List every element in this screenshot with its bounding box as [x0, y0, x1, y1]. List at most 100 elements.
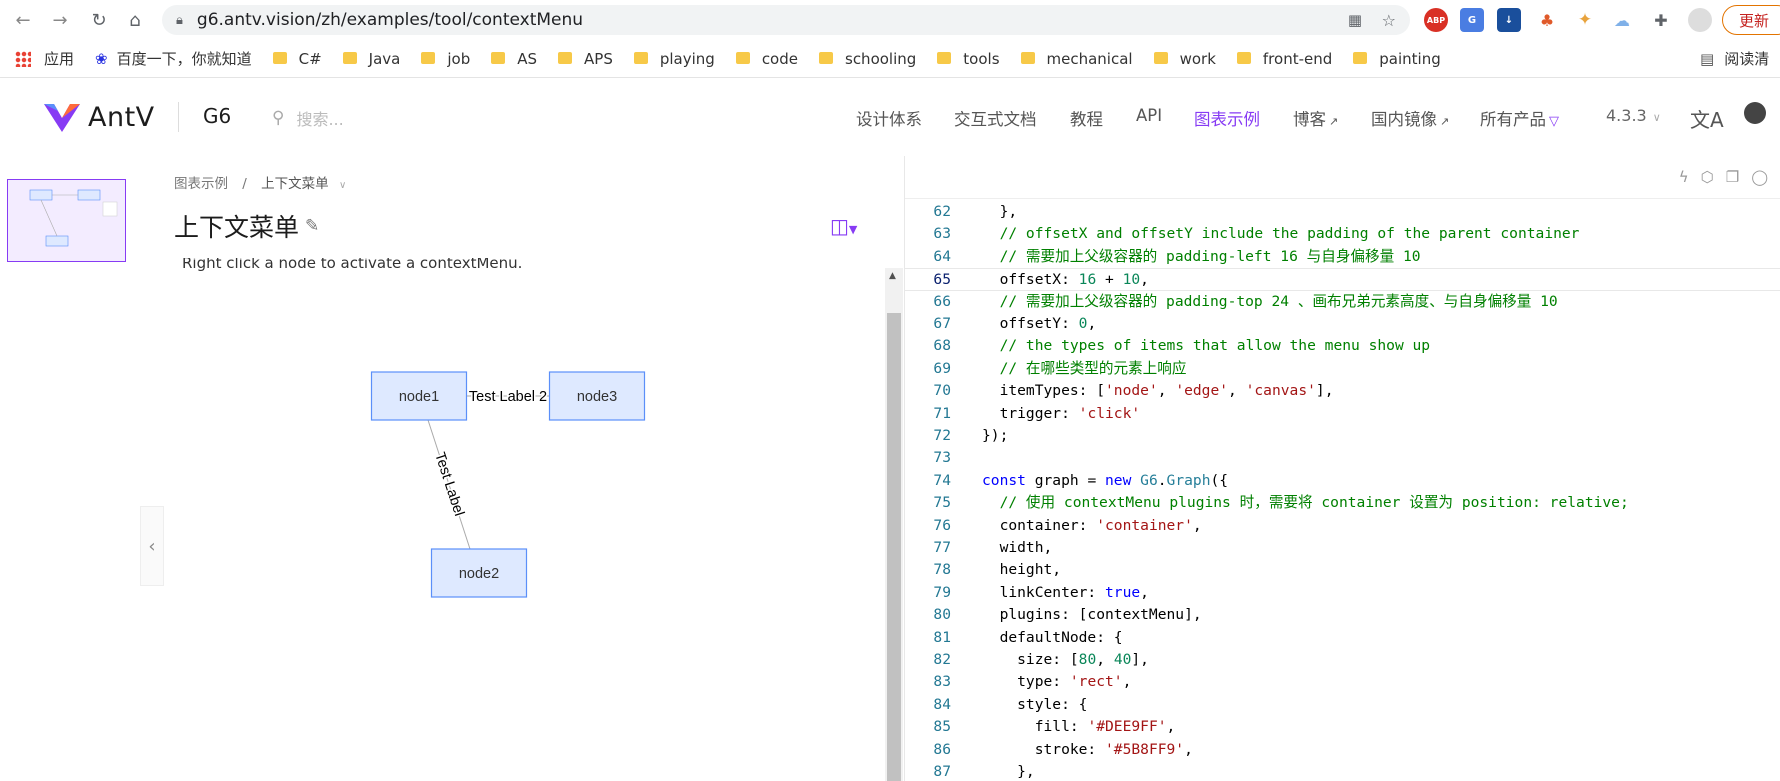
code-line[interactable]: 74 const graph = new G6.Graph({ — [905, 470, 1780, 492]
code-line[interactable]: 80 plugins: [contextMenu], — [905, 604, 1780, 626]
graph-node[interactable] — [548, 371, 646, 421]
graph-node[interactable] — [370, 371, 468, 421]
home-icon[interactable]: ⌂ — [122, 7, 148, 33]
code-line[interactable]: 83 type: 'rect', — [905, 671, 1780, 693]
bookmark-folder[interactable]: C# — [272, 50, 322, 68]
nav-interactive-docs[interactable]: 交互式文档 — [954, 106, 1037, 130]
folder-icon — [1153, 51, 1168, 64]
bookmark-folder[interactable]: tools — [937, 50, 1000, 68]
bookmark-folder[interactable]: AS — [491, 50, 537, 68]
back-icon[interactable]: ← — [10, 7, 36, 33]
code-line[interactable]: 73 — [905, 447, 1780, 469]
pinwheel-extension-icon[interactable]: ✦ — [1573, 8, 1597, 32]
code-line[interactable]: 63 // offsetX and offsetY include the pa… — [905, 223, 1780, 245]
code-text: linkCenter: true, — [982, 582, 1149, 604]
reload-icon[interactable]: ↻ — [86, 7, 112, 33]
scroll-up-icon[interactable]: ▲ — [889, 271, 896, 281]
forward-icon[interactable]: → — [47, 7, 73, 33]
url-text[interactable]: g6.antv.vision/zh/examples/tool/contextM… — [197, 10, 583, 30]
bookmark-folder[interactable]: playing — [633, 50, 715, 68]
code-line[interactable]: 86 stroke: '#5B8FF9', — [905, 739, 1780, 761]
language-switch-icon[interactable]: 文A — [1690, 104, 1724, 133]
line-number: 68 — [933, 337, 951, 355]
code-line[interactable]: 62 }, — [905, 201, 1780, 223]
address-bar[interactable]: 🔒︎ g6.antv.vision/zh/examples/tool/conte… — [162, 5, 1410, 35]
code-line[interactable]: 77 width, — [905, 537, 1780, 559]
nav-blog[interactable]: 博客 ↗ — [1293, 106, 1338, 130]
bookmark-folder[interactable]: work — [1153, 50, 1216, 68]
cloud-extension-icon[interactable]: ☁ — [1610, 8, 1634, 32]
bookmark-folder[interactable]: front-end — [1236, 50, 1332, 68]
line-number: 70 — [933, 382, 951, 400]
code-line[interactable]: 81 defaultNode: { — [905, 627, 1780, 649]
codesandbox-icon[interactable]: ⬡ — [1701, 168, 1726, 186]
layout-toggle-icon[interactable]: ◫▼ — [830, 214, 857, 238]
code-line[interactable]: 65 offsetX: 16 + 10, — [905, 268, 1780, 291]
run-icon[interactable]: ϟ — [1679, 168, 1701, 186]
breadcrumb-root[interactable]: 图表示例 — [174, 176, 228, 192]
profile-avatar[interactable] — [1688, 8, 1712, 32]
bookmark-folder[interactable]: code — [735, 50, 798, 68]
product-name[interactable]: G6 — [203, 104, 231, 128]
bookmark-folder[interactable]: painting — [1353, 50, 1441, 68]
code-line[interactable]: 72}); — [905, 425, 1780, 447]
code-line[interactable]: 85 fill: '#DEE9FF', — [905, 716, 1780, 738]
scrollbar-thumb[interactable] — [887, 313, 901, 781]
code-text: // 在哪些类型的元素上响应 — [982, 358, 1187, 380]
code-line[interactable]: 71 trigger: 'click' — [905, 403, 1780, 425]
code-line[interactable]: 69 // 在哪些类型的元素上响应 — [905, 358, 1780, 380]
folder-icon — [1236, 51, 1251, 64]
code-line[interactable]: 87 }, — [905, 761, 1780, 781]
code-line[interactable]: 68 // the types of items that allow the … — [905, 335, 1780, 357]
antv-logo[interactable]: AntV — [42, 100, 155, 134]
bookmark-baidu[interactable]: ❀ 百度一下，你就知道 — [95, 48, 252, 69]
code-line[interactable]: 66 // 需要加上父级容器的 padding-top 24 、画布兄弟元素高度… — [905, 291, 1780, 313]
bookmark-folder[interactable]: schooling — [819, 50, 916, 68]
code-line[interactable]: 76 container: 'container', — [905, 515, 1780, 537]
code-editor[interactable]: 62 }, 63 // offsetX and offsetY include t… — [905, 200, 1780, 781]
bookmarks-bar: 应用 ❀ 百度一下，你就知道 C# Java job AS APS playin… — [0, 40, 1780, 78]
search-input[interactable]: 搜索... — [296, 106, 343, 130]
code-line[interactable]: 75 // 使用 contextMenu plugins 时，需要将 conta… — [905, 492, 1780, 514]
qr-code-icon[interactable]: ▦ — [1348, 11, 1362, 29]
bookmark-folder[interactable]: APS — [558, 50, 613, 68]
nav-mirror[interactable]: 国内镜像 ↗ — [1371, 106, 1449, 130]
network-extension-icon[interactable]: ♣ — [1535, 8, 1559, 32]
code-line[interactable]: 79 linkCenter: true, — [905, 582, 1780, 604]
github-icon[interactable] — [1744, 102, 1766, 124]
code-line[interactable]: 84 style: { — [905, 694, 1780, 716]
bookmark-folder[interactable]: Java — [342, 50, 400, 68]
translate-extension-icon[interactable]: G — [1460, 8, 1484, 32]
code-line[interactable]: 78 height, — [905, 559, 1780, 581]
adblock-icon[interactable]: ABP — [1424, 8, 1448, 32]
folder-icon — [735, 51, 750, 64]
version-select[interactable]: 4.3.3 ∨ — [1606, 106, 1661, 125]
fullscreen-icon[interactable]: ◯ — [1751, 168, 1780, 186]
nav-api[interactable]: API — [1136, 106, 1162, 125]
nav-all-products[interactable]: 所有产品 ▽ — [1480, 106, 1559, 130]
example-thumbnail-context-menu[interactable] — [7, 179, 126, 262]
bookmark-folder[interactable]: mechanical — [1020, 50, 1133, 68]
code-line[interactable]: 82 size: [80, 40], — [905, 649, 1780, 671]
update-button[interactable]: 更新 — [1722, 5, 1780, 35]
bookmark-apps[interactable]: 应用 — [0, 48, 74, 69]
canvas-scrollbar[interactable]: ▲ — [885, 268, 903, 781]
reading-list[interactable]: ▤ 阅读清 — [1700, 48, 1769, 69]
nav-tutorial[interactable]: 教程 — [1070, 106, 1103, 130]
breadcrumb-current[interactable]: 上下文菜单 — [261, 176, 329, 192]
nav-examples[interactable]: 图表示例 — [1194, 106, 1260, 130]
site-search[interactable]: ⚲ 搜索... — [272, 106, 344, 130]
nav-design-system[interactable]: 设计体系 — [856, 106, 922, 130]
graph-node[interactable] — [430, 548, 528, 598]
code-line[interactable]: 70 itemTypes: ['node', 'edge', 'canvas']… — [905, 380, 1780, 402]
code-token: 'container' — [1096, 516, 1193, 534]
puzzle-extension-icon[interactable]: ✚ — [1649, 8, 1673, 32]
code-line[interactable]: 64 // 需要加上父级容器的 padding-left 16 与自身偏移量 1… — [905, 246, 1780, 268]
bookmark-folder[interactable]: job — [421, 50, 470, 68]
code-line[interactable]: 67 offsetY: 0, — [905, 313, 1780, 335]
collapse-sidebar-button[interactable]: ‹ — [140, 506, 164, 586]
bookmark-star-icon[interactable]: ☆ — [1382, 11, 1396, 30]
download-extension-icon[interactable]: ↓ — [1497, 8, 1521, 32]
copy-icon[interactable]: ❐ — [1726, 168, 1751, 186]
edit-icon[interactable]: ✎ — [305, 216, 319, 236]
